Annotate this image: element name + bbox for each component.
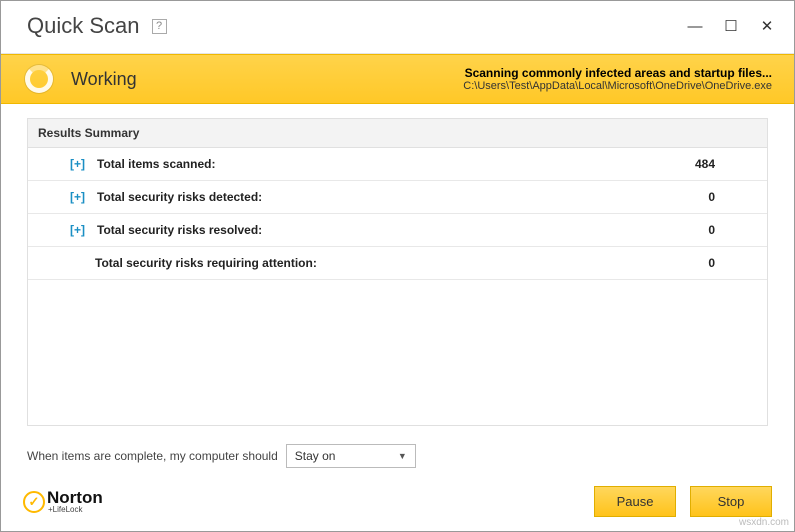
footer: ✓ Norton +LifeLock Pause Stop [1, 476, 794, 531]
dropdown-value: Stay on [295, 449, 336, 463]
result-row: [+] Total items scanned: 484 [28, 148, 767, 181]
result-value: 484 [695, 157, 755, 171]
post-scan-row: When items are complete, my computer sho… [1, 436, 794, 476]
check-circle-icon: ✓ [23, 491, 45, 513]
logo-subtext: +LifeLock [48, 506, 103, 514]
norton-logo: ✓ Norton +LifeLock [23, 489, 103, 514]
result-label: Total security risks resolved: [97, 223, 262, 237]
expand-toggle-icon[interactable]: [+] [70, 190, 85, 204]
expand-toggle-icon[interactable]: [+] [70, 157, 85, 171]
result-label: Total security risks detected: [97, 190, 262, 204]
chevron-down-icon: ▼ [398, 451, 407, 461]
result-value: 0 [708, 256, 755, 270]
help-icon[interactable]: ? [152, 19, 167, 34]
watermark: wsxdn.com [739, 517, 789, 528]
result-label: Total security risks requiring attention… [95, 256, 317, 270]
result-value: 0 [708, 223, 755, 237]
window-controls: — ☐ ✕ [686, 17, 776, 35]
logo-text: Norton [47, 489, 103, 506]
status-bar: Working Scanning commonly infected areas… [1, 54, 794, 104]
post-scan-dropdown[interactable]: Stay on ▼ [286, 444, 416, 468]
result-value: 0 [708, 190, 755, 204]
results-empty-area [27, 280, 768, 426]
expand-toggle-icon[interactable]: [+] [70, 223, 85, 237]
pause-button[interactable]: Pause [594, 486, 676, 517]
stop-button[interactable]: Stop [690, 486, 772, 517]
footer-buttons: Pause Stop [594, 486, 772, 517]
scan-path: C:\Users\Test\AppData\Local\Microsoft\On… [463, 80, 772, 92]
scan-title: Scanning commonly infected areas and sta… [463, 66, 772, 80]
result-row: [+] Total security risks resolved: 0 [28, 214, 767, 247]
minimize-button[interactable]: — [686, 17, 704, 35]
maximize-button[interactable]: ☐ [722, 17, 740, 35]
status-label: Working [71, 69, 137, 90]
status-details: Scanning commonly infected areas and sta… [463, 66, 772, 92]
results-header: Results Summary [27, 118, 768, 148]
window-title: Quick Scan [27, 13, 140, 39]
result-label: Total items scanned: [97, 157, 215, 171]
result-row: [+] Total security risks detected: 0 [28, 181, 767, 214]
window-header: Quick Scan ? — ☐ ✕ [1, 1, 794, 54]
result-row: Total security risks requiring attention… [28, 247, 767, 280]
results-rows: [+] Total items scanned: 484 [+] Total s… [27, 148, 768, 280]
close-button[interactable]: ✕ [758, 17, 776, 35]
post-scan-label: When items are complete, my computer sho… [27, 449, 278, 463]
spinner-icon [25, 65, 53, 93]
results-panel: Results Summary [+] Total items scanned:… [1, 104, 794, 436]
